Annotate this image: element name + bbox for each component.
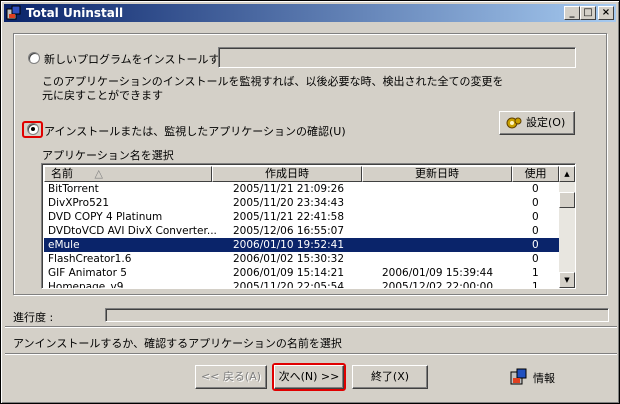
verify-label[interactable]: アインストールまたは、監視したアプリケーションの確認(U) <box>44 123 346 139</box>
back-button[interactable]: << 戻る(A) <box>195 365 267 389</box>
progress-bar <box>105 308 609 322</box>
cell-created: 2005/11/21 22:41:58 <box>233 211 345 223</box>
cell-created: 2006/01/02 15:30:32 <box>233 253 345 265</box>
cell-created: 2005/11/20 22:05:54 <box>233 281 345 289</box>
maximize-button[interactable]: □ <box>580 6 596 20</box>
cell-usage: 1 <box>532 267 539 279</box>
info-button[interactable]: 情報 <box>509 365 569 389</box>
progress-label: 進行度 : <box>13 311 54 324</box>
application-list[interactable]: 名前 △ 作成日時 更新日時 使用 BitTorrent 2005/11/21 2… <box>41 163 576 289</box>
scroll-down-arrow-icon[interactable]: ▼ <box>559 272 575 288</box>
cell-created: 2005/11/20 23:34:43 <box>233 197 345 209</box>
verify-radio[interactable] <box>27 123 39 135</box>
cell-name: DivXPro521 <box>48 197 110 209</box>
scroll-thumb[interactable] <box>559 192 575 208</box>
scroll-up-arrow-icon[interactable]: ▲ <box>559 166 575 182</box>
cell-usage: 0 <box>532 253 539 265</box>
column-updated[interactable]: 更新日時 <box>362 166 512 182</box>
status-text: アンインストールするか、確認するアプリケーションの名前を選択 <box>13 337 342 350</box>
table-row[interactable]: DVD COPY 4 Platinum 2005/11/21 22:41:58 0 <box>44 210 559 224</box>
gear-icon <box>506 117 522 129</box>
minimize-button[interactable]: _ <box>564 6 580 20</box>
cell-name: Homepage_v9 <box>48 281 124 289</box>
table-row[interactable]: DivXPro521 2005/11/20 23:34:43 0 <box>44 196 559 210</box>
cell-usage: 0 <box>532 197 539 209</box>
app-icon <box>6 5 21 20</box>
cell-name: DVDtoVCD AVI DivX Converter... <box>48 225 217 237</box>
cell-created: 2006/01/09 15:14:21 <box>233 267 345 279</box>
install-label[interactable]: 新しいプログラムをインストールする(I) <box>44 51 242 67</box>
cell-created: 2005/12/06 16:55:07 <box>233 225 345 237</box>
main-window: Total Uninstall _ □ × 新しいプログラムをインストールする(… <box>0 0 620 404</box>
cell-name: DVD COPY 4 Platinum <box>48 211 163 223</box>
info-icon <box>510 368 527 385</box>
table-row[interactable]: DVDtoVCD AVI DivX Converter... 2005/12/06… <box>44 224 559 238</box>
cell-usage: 0 <box>532 239 539 251</box>
cell-created: 2005/11/21 21:09:26 <box>233 183 345 195</box>
cell-name: FlashCreator1.6 <box>48 253 132 265</box>
install-description-line2: 元に戻すことができます <box>42 89 163 102</box>
cell-updated: 2006/01/09 15:39:44 <box>382 267 494 279</box>
install-radio[interactable] <box>28 52 40 64</box>
table-row[interactable]: GIF Animator 5 2006/01/09 15:14:21 2006/01… <box>44 266 559 280</box>
cell-usage: 0 <box>532 183 539 195</box>
window-title: Total Uninstall <box>26 6 124 20</box>
column-created[interactable]: 作成日時 <box>212 166 362 182</box>
list-rows: BitTorrent 2005/11/21 21:09:26 0 DivXPro521… <box>44 182 559 289</box>
table-row[interactable]: BitTorrent 2005/11/21 21:09:26 0 <box>44 182 559 196</box>
info-label: 情報 <box>533 372 555 385</box>
cell-name: BitTorrent <box>48 183 99 195</box>
install-path-field[interactable] <box>218 47 576 68</box>
cell-name: GIF Animator 5 <box>48 267 127 279</box>
close-button[interactable]: × <box>598 6 614 20</box>
column-usage[interactable]: 使用 <box>512 166 559 182</box>
table-row[interactable]: eMule 2006/01/10 19:52:41 0 <box>44 238 559 252</box>
cell-name: eMule <box>48 239 80 251</box>
finish-button[interactable]: 終了(X) <box>352 365 428 389</box>
table-row[interactable]: Homepage_v9 2005/11/20 22:05:54 2005/12/02… <box>44 280 559 289</box>
column-name[interactable]: 名前 △ <box>44 166 212 182</box>
settings-button[interactable]: 設定(O) <box>499 111 575 135</box>
cell-usage: 1 <box>532 281 539 289</box>
cell-usage: 0 <box>532 225 539 237</box>
table-row[interactable]: FlashCreator1.6 2006/01/02 15:30:32 0 <box>44 252 559 266</box>
title-bar: Total Uninstall _ □ × <box>4 4 616 22</box>
cell-updated: 2005/12/02 22:00:00 <box>382 281 494 289</box>
settings-label: 設定(O) <box>526 116 566 129</box>
list-scrollbar[interactable]: ▲ ▼ <box>559 166 575 288</box>
cell-usage: 0 <box>532 211 539 223</box>
separator-bottom <box>5 353 617 355</box>
sort-ascending-icon: △ <box>94 167 103 180</box>
separator-top <box>5 326 617 328</box>
list-header: 名前 △ 作成日時 更新日時 使用 <box>44 166 559 182</box>
next-button[interactable]: 次へ(N) >> <box>274 365 344 389</box>
cell-created: 2006/01/10 19:52:41 <box>233 239 345 251</box>
app-list-caption: アプリケーション名を選択 <box>42 149 174 162</box>
